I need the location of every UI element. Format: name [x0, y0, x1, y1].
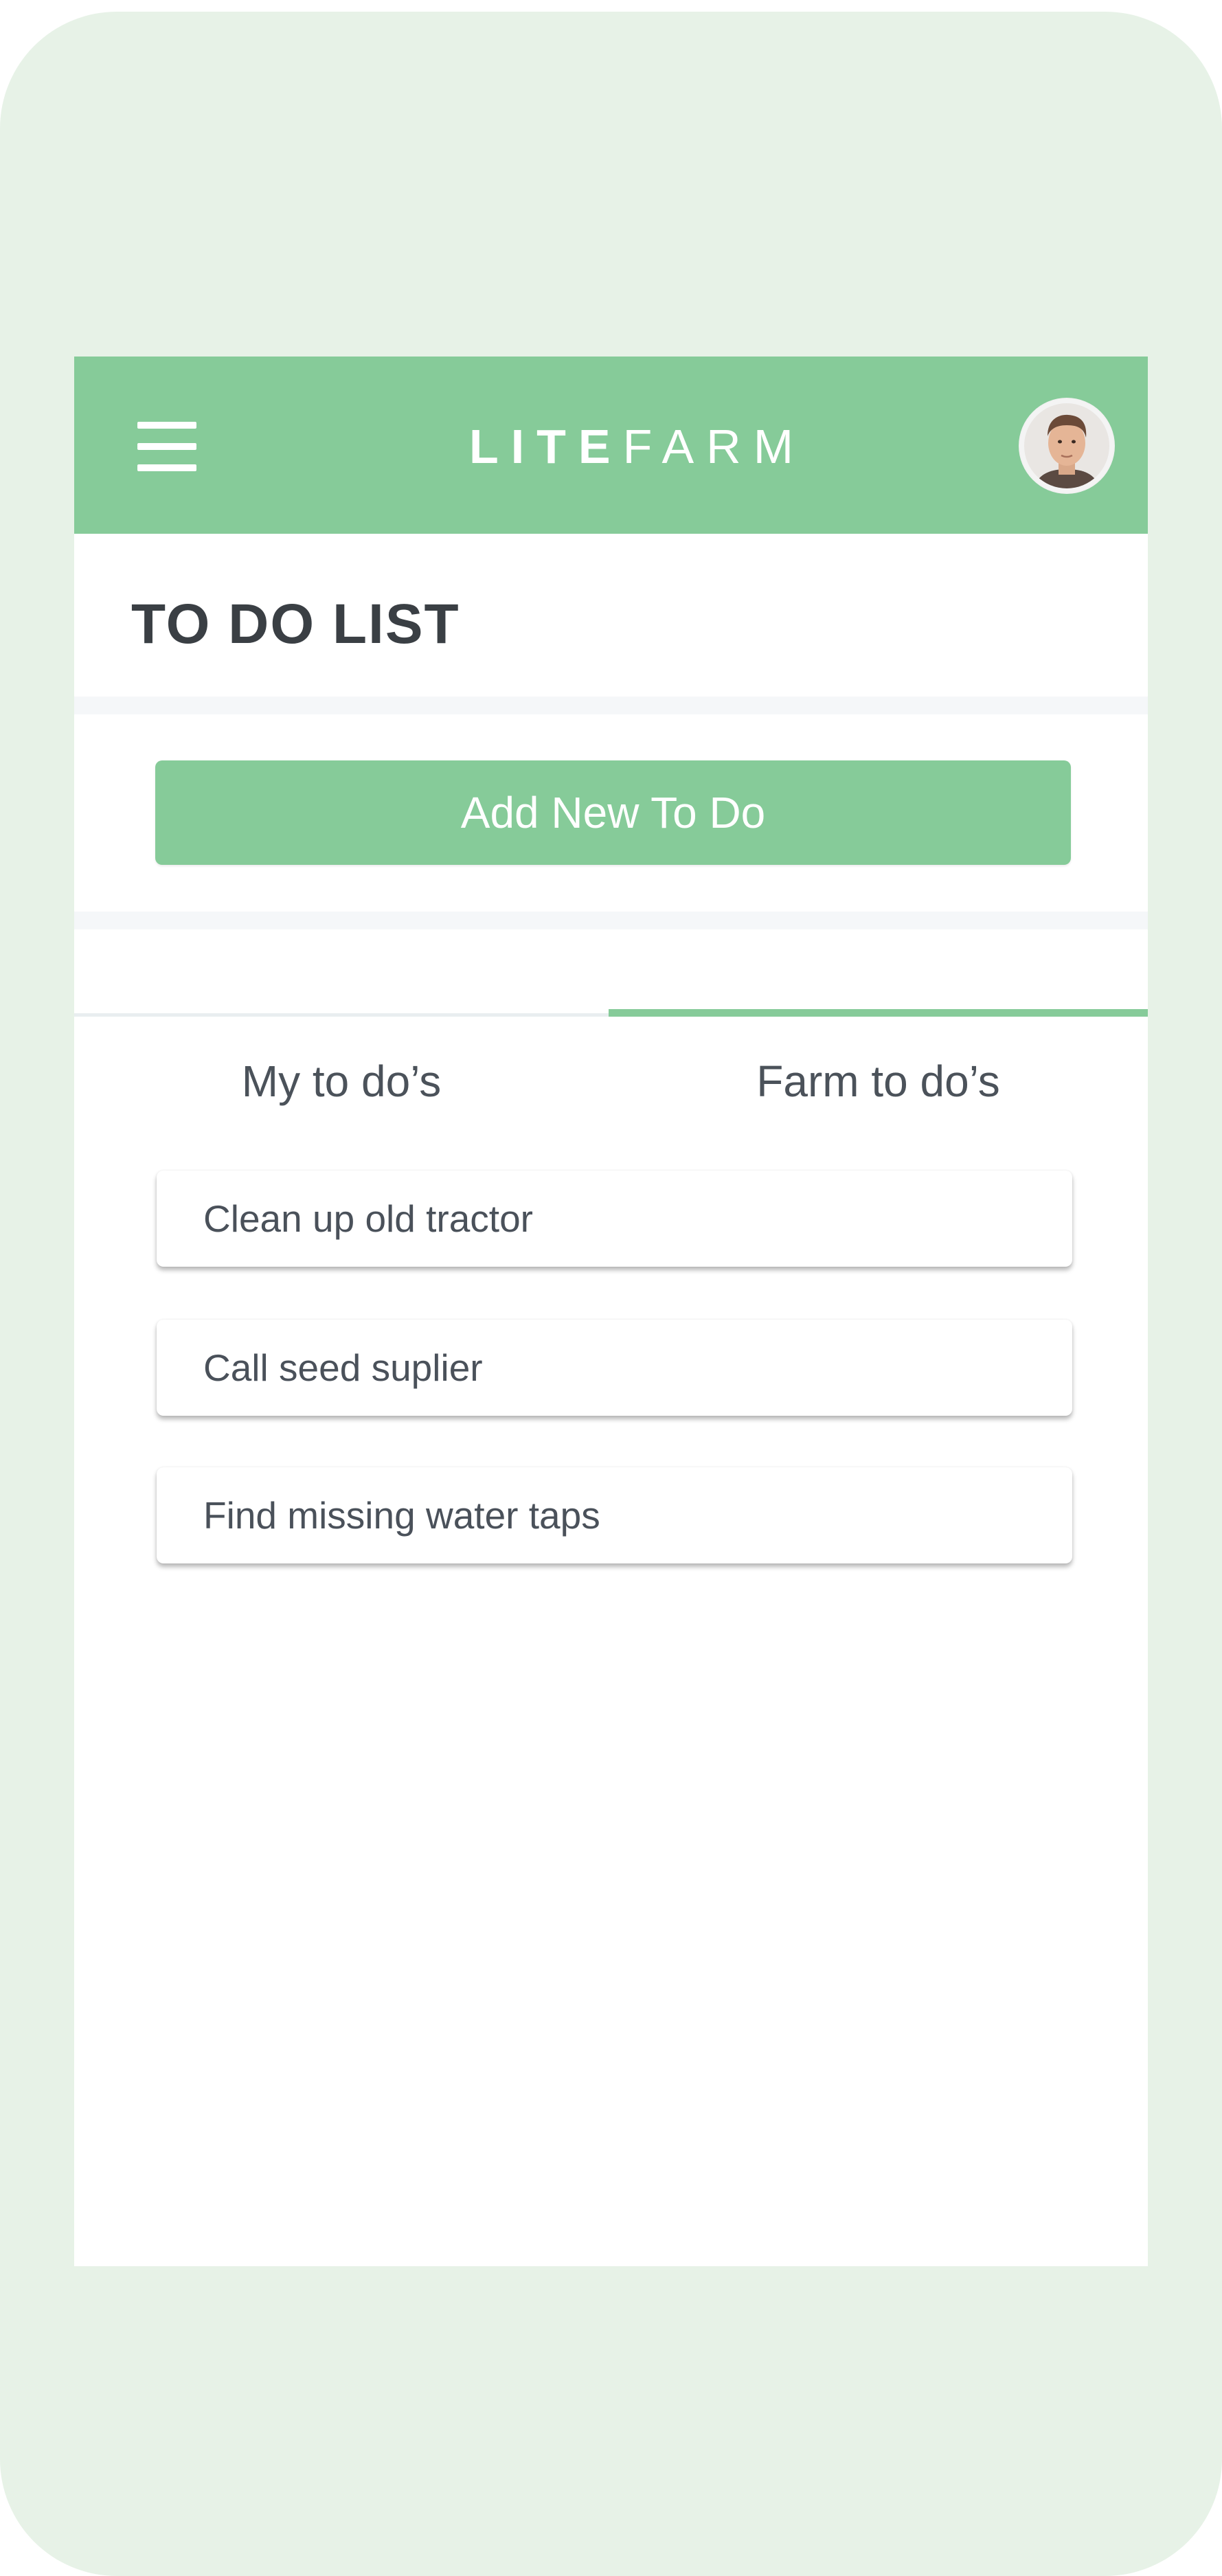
user-avatar[interactable]	[1019, 398, 1115, 494]
todo-text: Find missing water taps	[203, 1494, 600, 1537]
logo-lite: LITE	[468, 420, 623, 473]
section-divider	[74, 912, 1148, 929]
hamburger-menu-icon[interactable]	[137, 422, 196, 471]
section-divider	[74, 697, 1148, 714]
menu-line	[137, 422, 196, 429]
todo-text: Clean up old tractor	[203, 1197, 533, 1240]
tab-my-todos[interactable]: My to do’s	[74, 1043, 609, 1119]
tab-farm-todos[interactable]: Farm to do’s	[609, 1043, 1148, 1119]
menu-line	[137, 443, 196, 450]
litefarm-logo: LITEFARM	[445, 416, 830, 477]
active-tab-indicator	[609, 1009, 1148, 1017]
top-bar: LITEFARM	[74, 357, 1148, 534]
menu-line	[137, 464, 196, 471]
todo-card[interactable]: Clean up old tractor	[157, 1171, 1072, 1267]
page-title: TO DO LIST	[131, 593, 460, 655]
todo-card[interactable]: Find missing water taps	[157, 1467, 1072, 1563]
device-frame: LITEFARM TO DO LIST Add New To Do My to …	[0, 12, 1222, 2576]
todo-card[interactable]: Call seed suplier	[157, 1320, 1072, 1416]
add-new-todo-button[interactable]: Add New To Do	[155, 760, 1071, 865]
todo-text: Call seed suplier	[203, 1346, 483, 1389]
logo-farm: FARM	[622, 420, 806, 473]
avatar-icon	[1020, 399, 1113, 493]
app-screen: LITEFARM TO DO LIST Add New To Do My to …	[74, 357, 1148, 2266]
